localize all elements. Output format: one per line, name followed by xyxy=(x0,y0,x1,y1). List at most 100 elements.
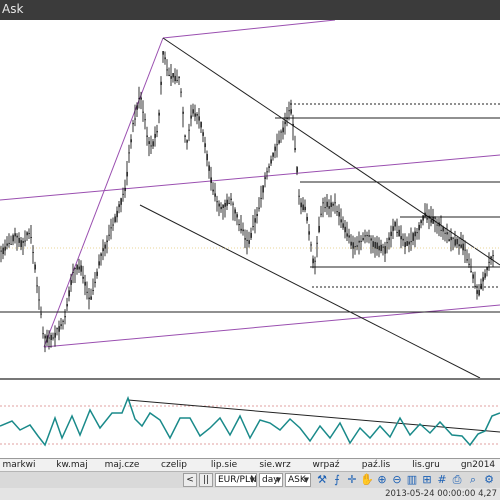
candle-body xyxy=(18,237,20,243)
candle-body xyxy=(370,238,372,241)
template-icon[interactable]: ⊞ xyxy=(420,473,434,487)
candle-body xyxy=(484,273,486,278)
candle-body xyxy=(130,139,132,143)
candle-body xyxy=(100,253,102,256)
candle-body xyxy=(194,113,196,117)
candle-body xyxy=(114,216,116,222)
candle-body xyxy=(146,135,148,137)
candle-body xyxy=(150,145,152,147)
grid-icon[interactable]: # xyxy=(435,473,449,487)
settings-icon[interactable]: ⚙ xyxy=(482,473,496,487)
crosshair-icon[interactable]: ✛ xyxy=(345,473,359,487)
candle-body xyxy=(342,223,344,228)
candle-body xyxy=(112,224,114,226)
candle-body xyxy=(396,232,398,234)
candle-body xyxy=(190,115,192,119)
candle-body xyxy=(312,258,314,264)
chart-type-icon[interactable]: ▥ xyxy=(405,473,419,487)
search-icon[interactable]: ⌕ xyxy=(466,473,480,487)
candle-body xyxy=(16,235,18,238)
price-chart[interactable] xyxy=(0,20,500,378)
candle-body xyxy=(192,109,194,114)
candle-body xyxy=(186,140,188,143)
candle-body xyxy=(240,228,242,231)
candle-body xyxy=(364,235,366,237)
candle-body xyxy=(52,337,54,339)
candle-body xyxy=(176,79,178,81)
candle-body xyxy=(40,313,42,315)
trend-line xyxy=(139,204,481,378)
candle-body xyxy=(60,324,62,326)
pause-button[interactable]: || xyxy=(199,473,213,487)
candle-body xyxy=(2,247,4,255)
candle-body xyxy=(22,241,24,243)
candle-body xyxy=(30,237,32,239)
candle-body xyxy=(378,245,380,251)
candle-body xyxy=(348,235,350,238)
print-icon[interactable]: ⎙ xyxy=(450,473,464,487)
candle-body xyxy=(236,214,238,218)
oscillator-chart[interactable] xyxy=(0,380,500,458)
date-label: gn2014 xyxy=(460,460,496,470)
candle-body xyxy=(214,193,216,197)
candle-body xyxy=(264,177,266,180)
candle-body xyxy=(388,237,390,241)
candle-body xyxy=(232,203,234,205)
candle-body xyxy=(314,260,316,262)
candle-body xyxy=(238,224,240,226)
candle-body xyxy=(288,110,290,112)
candle-body xyxy=(44,335,46,339)
candle-body xyxy=(272,152,274,157)
date-axis: markwi kw.maj maj.cze czelip lip.sie sie… xyxy=(0,458,500,472)
hand-icon[interactable]: ✋ xyxy=(360,473,374,487)
draw-tool-icon[interactable]: ⚒ xyxy=(315,473,329,487)
candle-body xyxy=(472,274,474,279)
candle-body xyxy=(56,328,58,330)
candle-body xyxy=(402,238,404,241)
candle-body xyxy=(62,320,64,322)
date-label: kw.maj xyxy=(56,460,88,470)
candle-body xyxy=(4,246,6,251)
candle-body xyxy=(480,283,482,290)
candle-body xyxy=(332,203,334,206)
candle-body xyxy=(108,234,110,236)
date-label: wrpaź xyxy=(312,460,340,470)
candle-body xyxy=(64,316,66,318)
candle-body xyxy=(86,291,88,293)
zoom-in-icon[interactable]: ⊕ xyxy=(375,473,389,487)
timeframe-select[interactable]: day ▼ xyxy=(259,473,283,487)
candle-body xyxy=(70,280,72,285)
candle-body xyxy=(200,121,202,128)
candle-body xyxy=(184,135,186,137)
indicator-icon[interactable]: ⨍ xyxy=(330,473,344,487)
candle-body xyxy=(474,285,476,288)
date-label: paź.lis xyxy=(361,460,391,470)
candle-body xyxy=(290,109,292,114)
candle-body xyxy=(376,242,378,250)
candle-body xyxy=(84,281,86,286)
candle-body xyxy=(452,237,454,239)
candle-body xyxy=(362,237,364,241)
candle-body xyxy=(92,290,94,292)
candle-body xyxy=(464,249,466,251)
candle-body xyxy=(326,201,328,207)
trend-line xyxy=(43,37,164,348)
price-type-select[interactable]: ASK ▼ xyxy=(285,473,311,487)
candle-body xyxy=(14,233,16,237)
candle-body xyxy=(20,240,22,247)
candle-body xyxy=(488,261,490,263)
date-label: sie.wrz xyxy=(259,460,291,470)
candle-body xyxy=(446,232,448,235)
scroll-left-button[interactable]: < xyxy=(183,473,197,487)
candle-body xyxy=(174,75,176,82)
symbol-select[interactable]: EUR/PLN ▼ xyxy=(215,473,257,487)
candle-body xyxy=(406,241,408,246)
zoom-out-icon[interactable]: ⊖ xyxy=(390,473,404,487)
candle-body xyxy=(82,276,84,279)
candle-body xyxy=(78,266,80,270)
candle-body xyxy=(462,243,464,251)
candle-body xyxy=(444,232,446,234)
candle-body xyxy=(38,299,40,301)
date-label: lip.sie xyxy=(210,460,238,470)
candle-body xyxy=(334,202,336,204)
